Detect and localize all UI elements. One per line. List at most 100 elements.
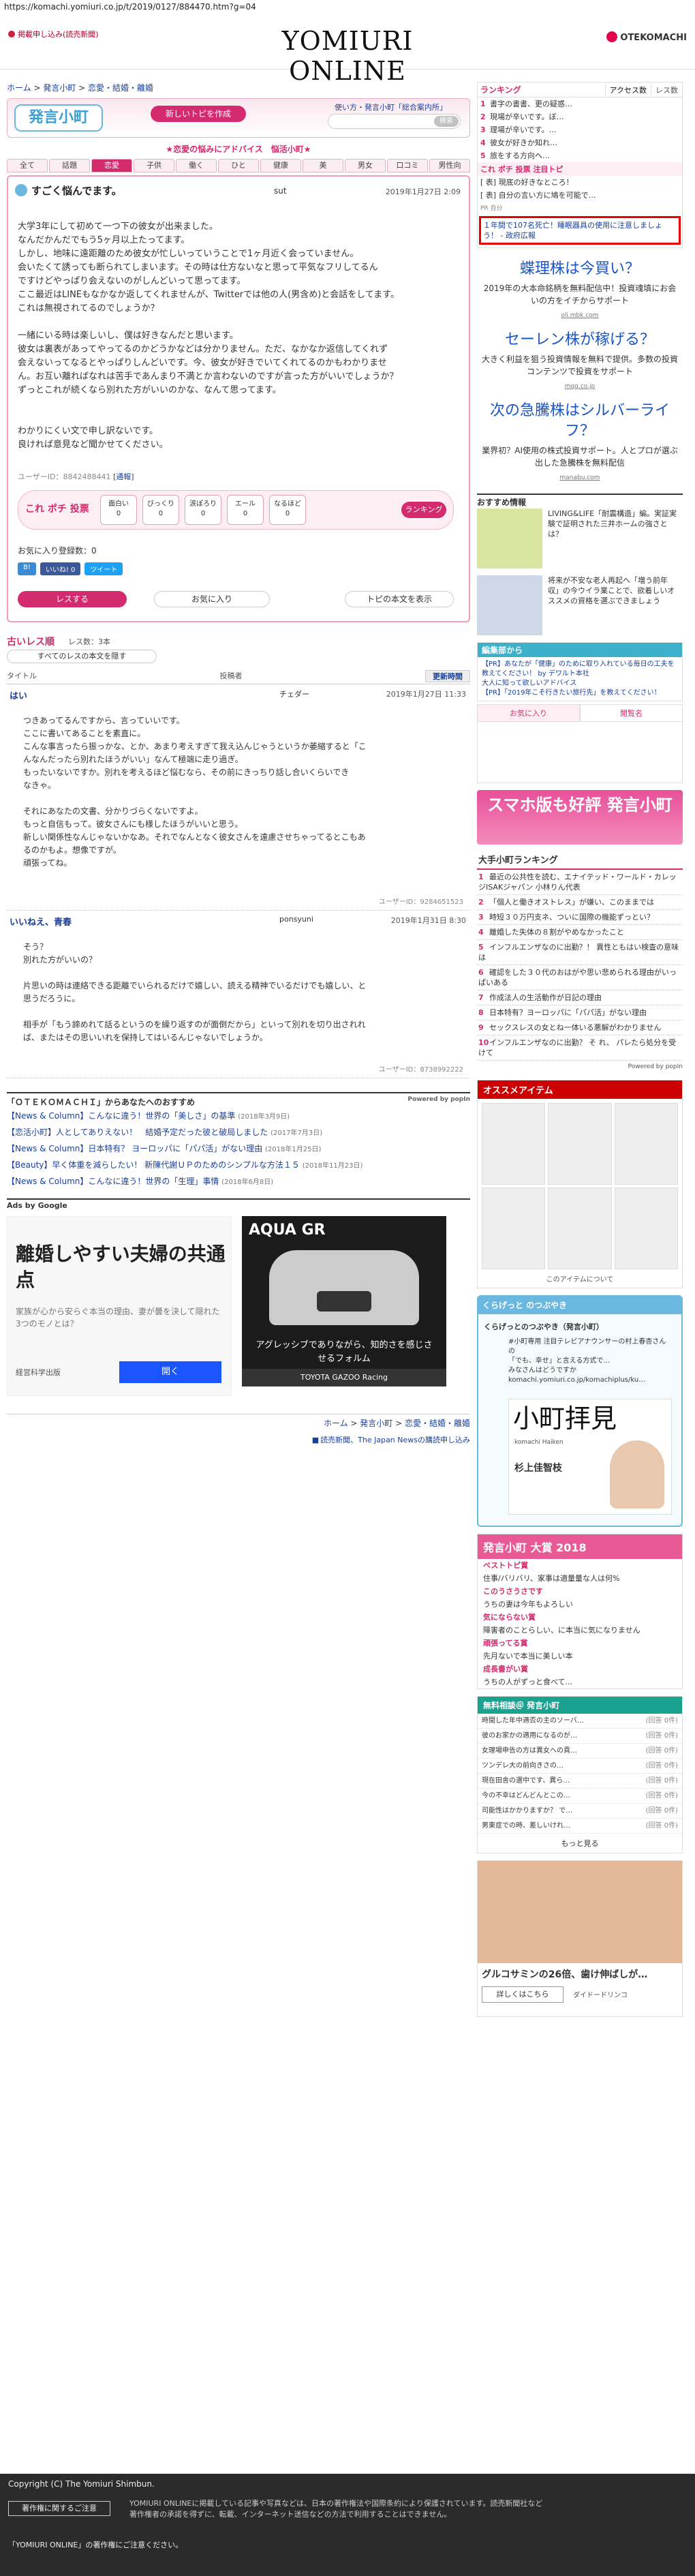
facebook-like-button[interactable]: いいね! 0 — [40, 562, 81, 575]
breadcrumb-home[interactable]: ホーム — [324, 1419, 348, 1428]
osusume-info-item[interactable]: 将来が不安な老人再起へ「増う前年収」の今ウイラ業ことで、欲着しいオススメの資格を… — [477, 575, 683, 638]
otekomachi-logo[interactable]: OTEKOMACHI — [606, 31, 687, 43]
consult-item[interactable]: 時間した年中適否の主のソーバ… (回答 0件) — [478, 1714, 682, 1729]
consult-item[interactable]: 彼のお家かの適用になるのが… (回答 0件) — [478, 1729, 682, 1744]
tweet-button[interactable]: ツイート — [84, 562, 123, 575]
tab-health[interactable]: 健康 — [260, 159, 301, 172]
consult-item[interactable]: 今の不幸はどんどんとこの… (回答 0件) — [478, 1789, 682, 1804]
tab-love[interactable]: 恋愛 — [91, 159, 132, 172]
glucosamine-ad[interactable]: グルコサミンの26倍、歯け伸ばしが… 詳しくはこちら ダイドードリンコ — [477, 1860, 683, 2017]
recommend-link[interactable]: こんなに違う！世界の「生理」事情 — [88, 1177, 219, 1186]
consult-item[interactable]: 司能性はかかりますか？ で… (回答 0件) — [478, 1804, 682, 1819]
recommend-item[interactable]: 【News & Column】こんなに違う！世界の「美しさ」の基準 (2018年… — [7, 1108, 470, 1125]
hide-all-replies-button[interactable]: すべてのレスの本文を隠す — [7, 650, 157, 663]
consult-item[interactable]: ツンデレ大の前向きさの… (回答 0件) — [478, 1759, 682, 1774]
breadcrumb-category[interactable]: 恋愛・結婚・離婚 — [88, 83, 153, 93]
consult-more-link[interactable]: もっと見る — [478, 1834, 682, 1853]
award-link[interactable]: 障害者のことらしい、に本当に気になりません — [478, 1624, 682, 1637]
ad-divorce[interactable]: 離婚しやすい夫婦の共通点 家族が心から安らぐ本当の理由、妻が曇を決して隠れた3つ… — [7, 1216, 232, 1396]
ranking-item[interactable]: 4 離婚した失体の８割がやめなかったこと — [477, 925, 683, 940]
ranking-button[interactable]: ランキング — [401, 502, 446, 518]
show-topic-button[interactable]: トピの本文を表示 — [345, 591, 454, 607]
ranking-item[interactable]: 5 旅をする方向へ… — [478, 149, 682, 162]
osusume-info-item[interactable]: LIVING&LIFE「耐震構造」編。実証実験で証明された三井ホームの強さとは？ — [477, 509, 683, 571]
ranking-item[interactable]: 2 現場が辛いです。ぼ… — [478, 110, 682, 123]
vote-agree-button[interactable]: なるほど 0 — [269, 495, 306, 525]
ad-toyota[interactable]: AQUA GR アグレッシブでありながら、知的さを感じさせるフォルム TOYOT… — [242, 1216, 446, 1387]
gov-alert-link[interactable]: １年間で107名死亡！睡眠器具の使用に注意しましょう！ - 政府広報 — [479, 216, 681, 245]
ranking-item[interactable]: 3 時短３０万円支ネ、ついに国際の機能ずっとい？ — [477, 910, 683, 925]
ranking-item[interactable]: 1 書字の書書、更の疑惑… — [478, 97, 682, 110]
ranking-item[interactable]: 1 最近の公共性を読む、エナイテッド・ワールド・カレッジISAKジャパン 小林りん… — [477, 870, 683, 895]
ad-open-button[interactable]: 開く — [119, 1361, 221, 1383]
ranking-item[interactable]: 2 「個人と働きオストレス」が嫌い、このままでは — [477, 895, 683, 910]
recommend-item[interactable]: 【Beauty】早く体重を減らしたい！ 新陳代謝ＵＰのためのシンプルな方法１５ … — [7, 1157, 470, 1174]
award-link[interactable]: 住事/バリバリ、家事は適量量な人は何% — [478, 1572, 682, 1585]
editor-links[interactable]: 【PR】あなたが「健康」のために取り入れている毎日の工夫を教えてください！ by… — [478, 657, 682, 701]
chui-item[interactable]: [ 表] 自分の言い方に鳩を可能で… — [478, 189, 682, 202]
register-link[interactable]: 掲載申し込み(読売新聞) — [8, 29, 99, 40]
help-link[interactable]: 使い方・発言小町「総合案内所」 — [335, 102, 447, 112]
tab-beauty[interactable]: 美 — [303, 159, 343, 172]
search-input[interactable]: 検索 — [328, 114, 461, 129]
vote-funny-button[interactable]: 面白い 0 — [100, 495, 137, 525]
recommend-item[interactable]: 【恋活小町】人としてありえない！ 結婚予定だった彼と破局しました (2017年7… — [7, 1125, 470, 1141]
tab-all[interactable]: 全て — [7, 159, 48, 172]
ranking-item[interactable]: 4 彼女が好きか知れ… — [478, 136, 682, 149]
item-thumb[interactable] — [548, 1103, 612, 1185]
recommend-item[interactable]: 【News & Column】こんなに違う！世界の「生理」事情 (2018年6月… — [7, 1174, 470, 1190]
tab-topic[interactable]: 話題 — [49, 159, 90, 172]
ranking-item[interactable]: 5 インフルエンザなのに出勤？！ 異性ともはい検査の意味は — [477, 940, 683, 965]
item-note[interactable]: このアイテムについて — [478, 1273, 682, 1288]
twitter-account[interactable]: くらげっとのつぶやき（発言小町） — [484, 1321, 604, 1332]
chui-item[interactable]: [ 表] 現底の好きなところ！ — [478, 176, 682, 189]
tab-history[interactable]: 閲覧名 — [580, 704, 683, 722]
hatena-bookmark-button[interactable]: B! — [18, 562, 36, 575]
reply-title[interactable]: はい — [10, 688, 27, 701]
text-ad[interactable]: セーレン株が稼げる？ 大きく利益を狙う投資情報を無料で提供。多数の投資コンテンツで… — [477, 324, 683, 395]
award-link[interactable]: 先月ないで本当に美しい本 — [478, 1650, 682, 1663]
tab-people[interactable]: ひと — [218, 159, 259, 172]
recommend-link[interactable]: 人としてありえない！ 結婚予定だった彼と破局しました — [56, 1127, 268, 1137]
replies-sort-label[interactable]: 古いレス順 — [7, 637, 55, 648]
ranking-item[interactable]: 10インフルエンザなのに出勤？ そ れ、 パレたら処分を受けて — [477, 1035, 683, 1061]
ranking-item[interactable]: 7 作成法人の生活動作が日記の理由 — [477, 990, 683, 1005]
tab-men[interactable]: 男性向 — [429, 159, 470, 172]
award-link[interactable]: うちの人がずっと食べて... — [478, 1676, 682, 1688]
vote-surprise-button[interactable]: びっくり 0 — [142, 495, 179, 525]
sort-by-time-button[interactable]: 更新時間 — [425, 670, 470, 682]
report-link[interactable]: [通報] — [113, 472, 134, 481]
tab-favorites[interactable]: お気に入り — [477, 704, 580, 722]
tab-review[interactable]: 口コミ — [387, 159, 428, 172]
favorite-button[interactable]: お気に入り — [154, 591, 270, 607]
consult-item[interactable]: 女理場申告の方は異女への貢… (回答 0件) — [478, 1744, 682, 1759]
search-button[interactable]: 検索 — [434, 116, 459, 127]
breadcrumb-komachi[interactable]: 発言小町 — [360, 1419, 392, 1428]
ranking-item[interactable]: 9 セックスレスの女とね一体いる悪解がわかりません — [477, 1020, 683, 1035]
breadcrumb-komachi[interactable]: 発言小町 — [43, 83, 76, 93]
text-ad[interactable]: 蝶理株は今買い？ 2019年の大本命銘柄を無料配信中！投資魂填にお会いの方をイチか… — [477, 254, 683, 324]
recommend-link[interactable]: こんなに違う！世界の「美しさ」の基準 — [88, 1111, 235, 1121]
recommend-item[interactable]: 【News & Column】日本特有？ ヨーロッパに「パパ活」がない理由 (2… — [7, 1141, 470, 1157]
url-bar[interactable]: https://komachi.yomiuri.co.jp/t/2019/012… — [0, 0, 695, 15]
reply-title[interactable]: いいねえ、青春 — [10, 915, 72, 928]
recommend-link[interactable]: 早く体重を減らしたい！ 新陳代謝ＵＰのためのシンプルな方法１５ — [52, 1160, 299, 1170]
subscribe-link[interactable]: 読売新聞、The Japan Newsの購読申し込み — [320, 1436, 470, 1444]
recommend-link[interactable]: 日本特有？ ヨーロッパに「パパ活」がない理由 — [88, 1144, 262, 1153]
consult-item[interactable]: 男東症での時、差しいけれ… (回答 0件) — [478, 1819, 682, 1834]
tab-access[interactable]: アクセス数 — [604, 84, 651, 95]
vote-tear-button[interactable]: 涙ぽろり 0 — [185, 495, 221, 525]
tab-kids[interactable]: 子供 — [134, 159, 174, 172]
breadcrumb-category[interactable]: 恋愛・結婚・離婚 — [405, 1419, 470, 1428]
award-link[interactable]: うちの妻は今年もよろしい — [478, 1598, 682, 1611]
item-thumb[interactable] — [482, 1187, 546, 1269]
new-topic-button[interactable]: 新しいトピを作成 — [151, 106, 246, 122]
site-logo[interactable]: YOMIURI ONLINE — [225, 26, 470, 86]
ad3-detail-button[interactable]: 詳しくはこちら — [482, 1986, 563, 2003]
vote-yell-button[interactable]: エール 0 — [227, 495, 264, 525]
item-thumb[interactable] — [614, 1187, 678, 1269]
ranking-item[interactable]: 6 確認をした３０代のおはがや思い悲められる理由がいっぱいある — [477, 965, 683, 990]
item-thumb[interactable] — [614, 1103, 678, 1185]
item-thumb[interactable] — [548, 1187, 612, 1269]
item-thumb[interactable] — [482, 1103, 546, 1185]
